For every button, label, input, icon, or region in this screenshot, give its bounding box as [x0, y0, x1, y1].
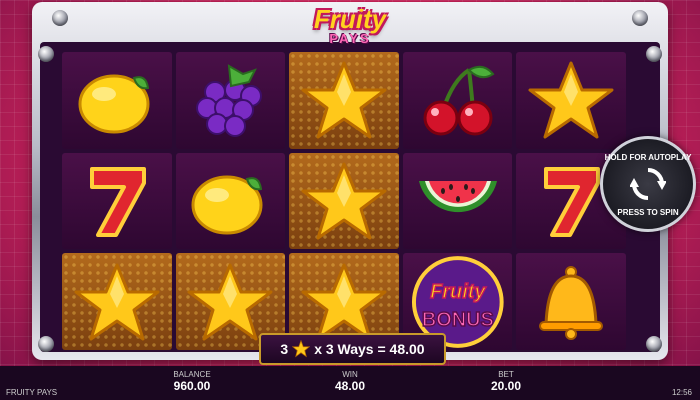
bet-display[interactable]: BET 20.00 — [466, 370, 546, 393]
bolt-icon — [646, 336, 662, 352]
reel-cell — [62, 152, 172, 250]
bolt-icon — [38, 336, 54, 352]
lemon-icon — [78, 74, 150, 134]
reel-cell — [175, 152, 286, 250]
seven-icon — [89, 166, 146, 237]
reel-grid: Fruity BONUS — [62, 52, 626, 350]
game-logo: Fruity PAYS — [314, 6, 386, 45]
reel-cell — [175, 52, 286, 149]
bet-value: 20.00 — [490, 379, 522, 393]
spin-arrows-icon — [630, 168, 666, 200]
reel-cell — [402, 52, 513, 149]
reel-cell — [62, 253, 172, 350]
win-symbol-count: 3 — [280, 341, 289, 357]
logo-line1: Fruity — [313, 4, 387, 34]
grapes-icon — [196, 64, 263, 138]
reel-cell — [516, 52, 626, 149]
watermelon-icon — [418, 180, 497, 213]
reel-cell — [289, 52, 399, 149]
bell-icon — [539, 265, 604, 340]
balance-display: BALANCE 960.00 — [152, 370, 232, 393]
bonus-line1: Fruity — [430, 281, 486, 303]
reel-cell — [402, 152, 513, 250]
bolt-icon — [52, 10, 68, 26]
clock: 12:56 — [671, 388, 692, 397]
bolt-icon — [38, 46, 54, 62]
spin-hint: PRESS TO SPIN — [617, 208, 679, 217]
bonus-line2: BONUS — [422, 309, 494, 331]
balance-value: 960.00 — [173, 379, 211, 393]
star-icon — [301, 263, 387, 341]
spin-button[interactable]: HOLD FOR AUTOPLAY PRESS TO SPIN — [600, 136, 696, 232]
star-icon — [292, 340, 311, 358]
balance-label: BALANCE — [173, 370, 211, 379]
win-label: WIN — [342, 370, 358, 379]
win-display: WIN 48.00 — [310, 370, 390, 393]
lemon-icon — [191, 175, 263, 235]
star-icon — [301, 162, 387, 240]
win-banner: 3 x 3 Ways = 48.00 — [259, 333, 446, 365]
bolt-icon — [632, 10, 648, 26]
bottom-bar: FRUITY PAYS BALANCE 960.00 WIN 48.00 BET… — [0, 366, 700, 400]
autoplay-hint: HOLD FOR AUTOPLAY — [604, 153, 692, 162]
star-icon — [187, 263, 273, 341]
star-icon — [301, 61, 387, 139]
star-icon — [74, 263, 160, 341]
reel-cell — [289, 152, 399, 250]
star-icon — [528, 61, 614, 139]
bolt-icon — [646, 46, 662, 62]
win-ways-text: x 3 Ways = 48.00 — [314, 341, 425, 357]
cherry-icon — [423, 66, 495, 136]
reel-cell — [516, 253, 626, 350]
win-value: 48.00 — [334, 379, 366, 393]
reel-cell — [62, 52, 172, 149]
game-name: FRUITY PAYS — [6, 388, 58, 397]
bet-label: BET — [498, 370, 514, 379]
